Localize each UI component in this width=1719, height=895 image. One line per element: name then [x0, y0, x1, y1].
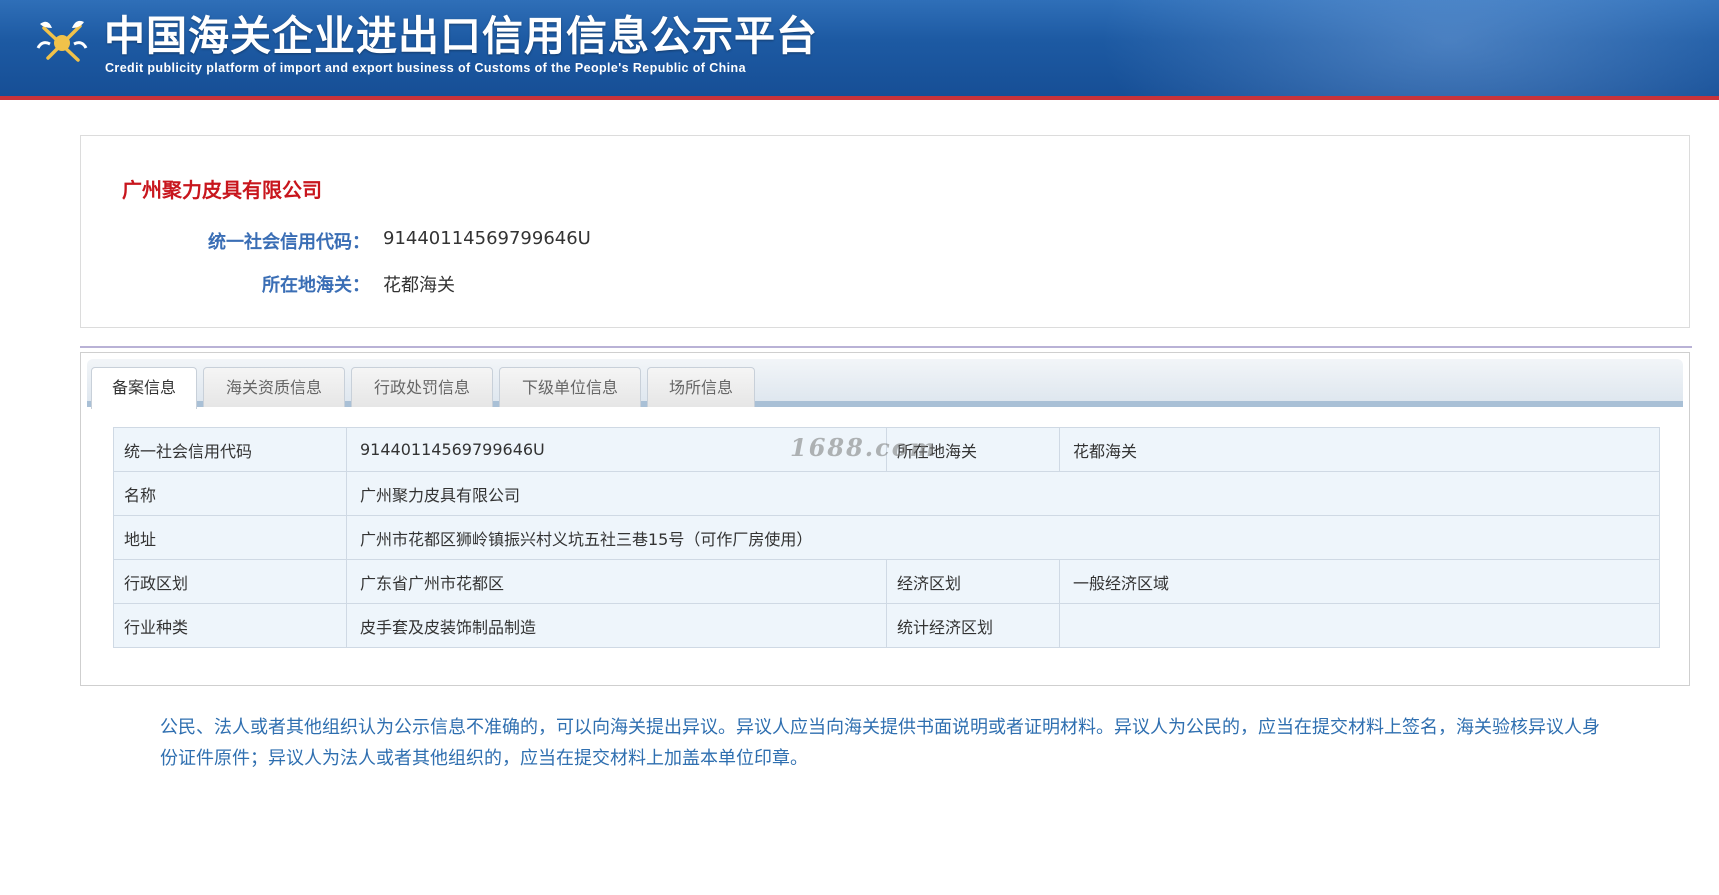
- filing-info-table: 统一社会信用代码 91440114569799646U 所在地海关 花都海关 名…: [113, 427, 1660, 648]
- company-summary-card: 广州聚力皮具有限公司 统一社会信用代码： 91440114569799646U …: [80, 135, 1690, 328]
- summary-credit-code-label: 统一社会信用代码：: [208, 232, 370, 253]
- detail-panel: 备案信息 海关资质信息 行政处罚信息 下级单位信息 场所信息 统一社会信用代码 …: [80, 352, 1690, 686]
- table-row: 行业种类 皮手套及皮装饰制品制造 统计经济区划: [113, 603, 1660, 648]
- tab-subordinate-units[interactable]: 下级单位信息: [499, 367, 641, 407]
- division-label: 行政区划: [113, 559, 347, 604]
- summary-credit-code-value: 91440114569799646U: [383, 228, 591, 249]
- table-row: 地址 广州市花都区狮岭镇振兴村义坑五社三巷15号（可作厂房使用）: [113, 515, 1660, 560]
- summary-customs-value: 花都海关: [383, 275, 455, 296]
- company-name: 广州聚力皮具有限公司: [122, 178, 322, 202]
- tab-administrative-penalty[interactable]: 行政处罚信息: [351, 367, 493, 407]
- tab-bar: 备案信息 海关资质信息 行政处罚信息 下级单位信息 场所信息: [87, 359, 1683, 409]
- site-subtitle: Credit publicity platform of import and …: [105, 61, 746, 75]
- division-value: 广东省广州市花都区: [346, 559, 887, 604]
- stat-zone-label: 统计经济区划: [886, 603, 1060, 648]
- site-title: 中国海关企业进出口信用信息公示平台: [104, 12, 818, 60]
- customs-emblem-icon: [36, 20, 88, 62]
- industry-label: 行业种类: [113, 603, 347, 648]
- objection-notice: 公民、法人或者其他组织认为公示信息不准确的，可以向海关提出异议。异议人应当向海关…: [160, 717, 1600, 769]
- industry-value: 皮手套及皮装饰制品制造: [346, 603, 887, 648]
- stat-zone-value: [1059, 603, 1660, 648]
- customs-label: 所在地海关: [886, 427, 1060, 472]
- econ-zone-label: 经济区划: [886, 559, 1060, 604]
- name-value: 广州聚力皮具有限公司: [346, 471, 1660, 516]
- table-row: 统一社会信用代码 91440114569799646U 所在地海关 花都海关: [113, 427, 1660, 472]
- credit-code-value: 91440114569799646U: [346, 427, 887, 472]
- address-value: 广州市花都区狮岭镇振兴村义坑五社三巷15号（可作厂房使用）: [346, 515, 1660, 560]
- table-row: 名称 广州聚力皮具有限公司: [113, 471, 1660, 516]
- banner-glow: [1099, 0, 1719, 100]
- customs-value: 花都海关: [1059, 427, 1660, 472]
- table-row: 行政区划 广东省广州市花都区 经济区划 一般经济区域: [113, 559, 1660, 604]
- tab-filing-info[interactable]: 备案信息: [91, 367, 197, 409]
- credit-code-label: 统一社会信用代码: [113, 427, 347, 472]
- address-label: 地址: [113, 515, 347, 560]
- section-divider: [80, 346, 1692, 348]
- summary-customs-label: 所在地海关：: [262, 275, 370, 296]
- name-label: 名称: [113, 471, 347, 516]
- tab-customs-qualification[interactable]: 海关资质信息: [203, 367, 345, 407]
- site-header-banner: 中国海关企业进出口信用信息公示平台 Credit publicity platf…: [0, 0, 1719, 100]
- econ-zone-value: 一般经济区域: [1059, 559, 1660, 604]
- tab-site-info[interactable]: 场所信息: [647, 367, 755, 407]
